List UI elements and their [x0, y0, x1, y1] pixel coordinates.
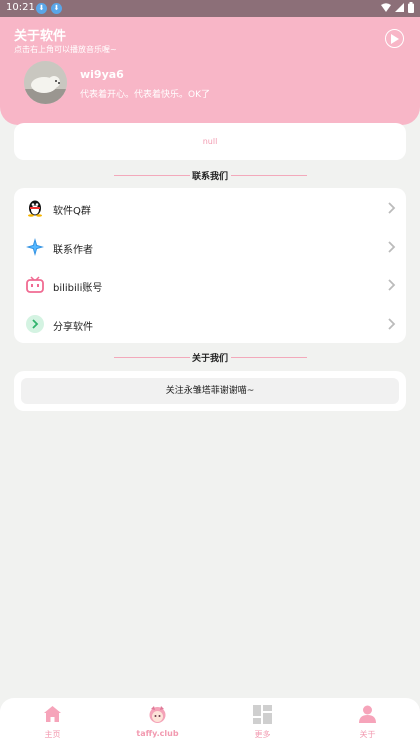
download-notification-icon: ⬇: [36, 3, 47, 14]
contact-list: 软件Q群 联系作者 bilibili账号 分享软件: [14, 188, 406, 343]
section-title-text: 关于我们: [191, 354, 228, 364]
status-bar: 10:21 ⬇ ⬇: [0, 0, 420, 17]
status-time: 10:21: [6, 2, 35, 13]
about-card: 关注永雏塔菲谢谢喵~: [14, 371, 406, 411]
list-item-label: 分享软件: [53, 322, 93, 333]
list-item-share-app[interactable]: 分享软件: [14, 305, 406, 343]
user-name: wi9ya6: [80, 68, 124, 81]
chevron-right-icon: [388, 279, 396, 291]
section-title-text: 联系我们: [191, 172, 228, 182]
tab-label: 关于: [359, 730, 376, 739]
tab-about[interactable]: 关于: [315, 698, 420, 747]
tab-label: 更多: [254, 730, 271, 739]
status-right: [381, 2, 414, 13]
list-item-bilibili[interactable]: bilibili账号: [14, 266, 406, 304]
tab-taffy-club[interactable]: taffy.club: [105, 698, 210, 747]
download-notification-icon: ⬇: [51, 3, 62, 14]
chevron-right-icon: [388, 318, 396, 330]
tab-label: 主页: [44, 730, 61, 739]
list-item-label: 软件Q群: [53, 206, 91, 217]
announcement-card: null: [14, 123, 406, 160]
person-icon: [359, 705, 376, 723]
list-item-label: 联系作者: [53, 245, 93, 256]
tab-label: taffy.club: [136, 729, 179, 738]
list-item-label: bilibili账号: [53, 283, 103, 294]
sparkle-icon: [26, 238, 44, 256]
user-signature: 代表着开心。代表着快乐。OK了: [80, 90, 210, 100]
divider-line: [231, 357, 307, 358]
chevron-right-icon: [388, 241, 396, 253]
page-title: 关于软件: [14, 29, 67, 44]
play-music-button[interactable]: [385, 29, 404, 48]
chevron-right-icon: [388, 202, 396, 214]
section-title-contact: 联系我们: [0, 168, 420, 182]
section-title-about: 关于我们: [0, 350, 420, 364]
bilibili-tv-icon: [26, 276, 44, 293]
profile-header: 关于软件 点击右上角可以播放音乐喔~ wi9ya6 代表着开心。代表着快乐。OK…: [0, 17, 420, 125]
share-arrow-icon: [26, 315, 44, 333]
tab-home[interactable]: 主页: [0, 698, 105, 747]
play-icon: [391, 33, 399, 44]
avatar[interactable]: [24, 61, 67, 104]
page-subtitle: 点击右上角可以播放音乐喔~: [14, 45, 117, 54]
avatar-image: [24, 61, 67, 104]
taffy-avatar-icon: [149, 706, 166, 723]
qq-penguin-icon: [28, 200, 42, 217]
bottom-navigation: 主页 taffy.club 更多 关于: [0, 698, 420, 747]
wifi-icon: [381, 3, 391, 12]
grid-icon: [253, 705, 272, 724]
list-item-contact-author[interactable]: 联系作者: [14, 228, 406, 266]
announcement-text: null: [202, 137, 218, 146]
cell-signal-icon: [395, 3, 404, 12]
battery-icon: [408, 2, 414, 13]
divider-line: [231, 175, 307, 176]
list-item-qq-group[interactable]: 软件Q群: [14, 189, 406, 227]
tab-more[interactable]: 更多: [210, 698, 315, 747]
home-icon: [44, 706, 61, 722]
about-message: 关注永雏塔菲谢谢喵~: [21, 378, 399, 404]
